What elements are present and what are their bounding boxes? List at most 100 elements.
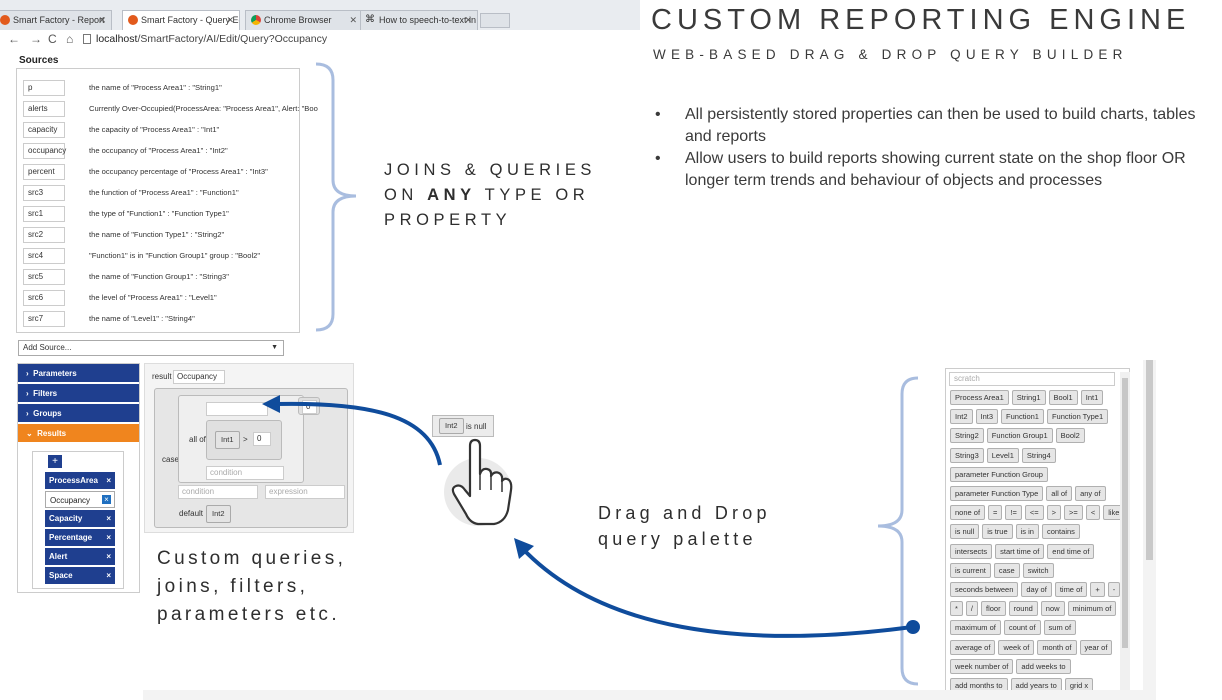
palette-chip[interactable]: seconds between [950,582,1019,597]
scratch-input[interactable]: scratch [949,372,1115,386]
palette-chip[interactable]: day of [1021,582,1052,597]
result-item-percentage[interactable]: Percentage × [45,529,115,546]
source-alias-input[interactable]: src4 [23,248,65,264]
palette-chip[interactable]: end time of [1047,543,1095,559]
scrollbar-thumb[interactable] [1146,360,1153,560]
palette-chip[interactable]: Bool1 [1048,390,1078,405]
palette-chip[interactable]: = [988,505,1003,521]
palette-chip[interactable]: is in [1015,524,1039,540]
source-alias-input[interactable]: occupancy [23,143,66,159]
compare-value-input[interactable]: 0 [253,432,271,446]
palette-chip[interactable]: is null [950,524,980,540]
palette-chip[interactable]: floor [981,601,1006,617]
new-tab-button[interactable] [480,13,510,28]
source-alias-input[interactable]: src1 [23,206,65,222]
palette-chip[interactable]: time of [1054,582,1088,597]
source-alias-input[interactable]: src5 [23,269,65,285]
palette-chip[interactable]: String4 [1021,447,1056,463]
remove-icon[interactable]: × [106,472,111,489]
all-of-block[interactable]: all of Int1 > 0 [189,420,282,460]
section-parameters[interactable]: › Parameters [18,364,139,383]
tab-chrome-browser[interactable]: Chrome Browser ✕ [245,10,363,30]
palette-chip[interactable]: switch [1022,562,1054,578]
palette-chip[interactable]: Function1 [1001,409,1044,425]
palette-chip[interactable]: start time of [995,543,1045,559]
palette-chip[interactable]: none of [950,505,986,521]
remove-icon[interactable]: × [106,529,111,546]
palette-chip[interactable]: >= [1064,505,1083,521]
section-groups[interactable]: › Groups [18,404,139,423]
palette-chip[interactable]: case [993,562,1020,578]
palette-chip[interactable]: contains [1041,524,1080,540]
remove-icon[interactable]: × [102,495,111,504]
int1-chip[interactable]: Int1 [215,431,240,449]
palette-chip[interactable]: != [1005,505,1022,521]
palette-chip[interactable]: parameter Function Group [950,466,1048,482]
dragged-chip[interactable]: Int2 is null [432,415,494,437]
source-alias-input[interactable]: percent [23,164,65,180]
condition-input[interactable]: condition [178,485,258,499]
section-results[interactable]: ⌄ Results [18,424,139,443]
home-icon[interactable]: ⌂ [66,32,73,46]
palette-chip[interactable]: week of [998,639,1035,655]
palette-chip[interactable]: any of [1075,486,1106,501]
tab-speech-to-text[interactable]: ⌘ How to speech-to-text in ✕ [360,10,478,30]
palette-chip[interactable]: - [1107,582,1121,597]
int2-chip[interactable]: Int2 [439,418,464,434]
remove-icon[interactable]: × [106,548,111,565]
palette-chip[interactable]: minimum of [1067,601,1117,617]
palette-chip[interactable]: month of [1037,639,1077,655]
then-value-block[interactable]: 0 [298,397,320,415]
close-icon[interactable]: ✕ [464,11,472,29]
source-alias-input[interactable]: src3 [23,185,65,201]
result-item-space[interactable]: Space × [45,567,115,584]
palette-chip[interactable]: sum of [1043,620,1077,636]
palette-chip[interactable]: is true [982,524,1013,540]
add-source-select[interactable]: Add Source... ▼ [18,340,284,356]
source-alias-input[interactable]: capacity [23,122,65,138]
close-icon[interactable]: ✕ [349,11,357,29]
result-item-alert[interactable]: Alert × [45,548,115,565]
case-block[interactable]: case all of Int1 > 0 condition 0 conditi… [154,388,348,528]
palette-chip[interactable]: <= [1024,505,1044,521]
condition-input[interactable]: condition [206,466,284,480]
back-arrow-icon[interactable]: ← [8,32,20,46]
palette-chip[interactable]: add weeks to [1016,658,1071,674]
add-result-button[interactable]: + [48,455,62,468]
close-icon[interactable]: ✕ [226,11,234,29]
result-item-processarea[interactable]: ProcessArea × [45,472,115,489]
expression-input[interactable]: expression [265,485,345,499]
palette-chip[interactable]: * [950,601,963,617]
result-item-occupancy[interactable]: Occupancy × [45,491,115,508]
source-alias-input[interactable]: p [23,80,65,96]
default-int2-chip[interactable]: Int2 [206,505,231,523]
palette-chip[interactable]: Int3 [975,409,999,425]
palette-chip[interactable]: maximum of [950,620,1001,636]
remove-icon[interactable]: × [106,567,111,584]
palette-chip[interactable]: week number of [950,658,1014,674]
palette-chip[interactable]: intersects [950,543,993,559]
forward-arrow-icon[interactable]: → [30,32,42,46]
source-alias-input[interactable]: alerts [23,101,65,117]
tab-report[interactable]: Smart Factory - Report ✕ [0,10,112,30]
palette-chip[interactable]: Function Type1 [1046,409,1109,425]
palette-chip[interactable]: average of [950,639,996,655]
palette-chip[interactable]: count of [1003,620,1041,636]
palette-chip[interactable]: now [1040,601,1065,617]
palette-chip[interactable]: < [1085,505,1101,521]
then-input[interactable] [206,402,268,416]
horizontal-scrollbar[interactable] [143,690,1143,700]
palette-chip[interactable]: Function Group1 [986,428,1053,444]
palette-chip[interactable]: > [1046,505,1062,521]
result-item-capacity[interactable]: Capacity × [45,510,115,527]
palette-chip[interactable]: Bool2 [1055,428,1085,444]
section-filters[interactable]: › Filters [18,384,139,403]
close-icon[interactable]: ✕ [98,11,106,29]
remove-icon[interactable]: × [106,510,111,527]
palette-chip[interactable]: year of [1079,639,1113,655]
source-alias-input[interactable]: src7 [23,311,65,327]
palette-chip[interactable]: Level1 [986,447,1019,463]
url-field[interactable]: localhost/SmartFactory/AI/Edit/Query?Occ… [96,32,327,46]
source-alias-input[interactable]: src2 [23,227,65,243]
when-block[interactable]: all of Int1 > 0 condition [178,395,304,483]
